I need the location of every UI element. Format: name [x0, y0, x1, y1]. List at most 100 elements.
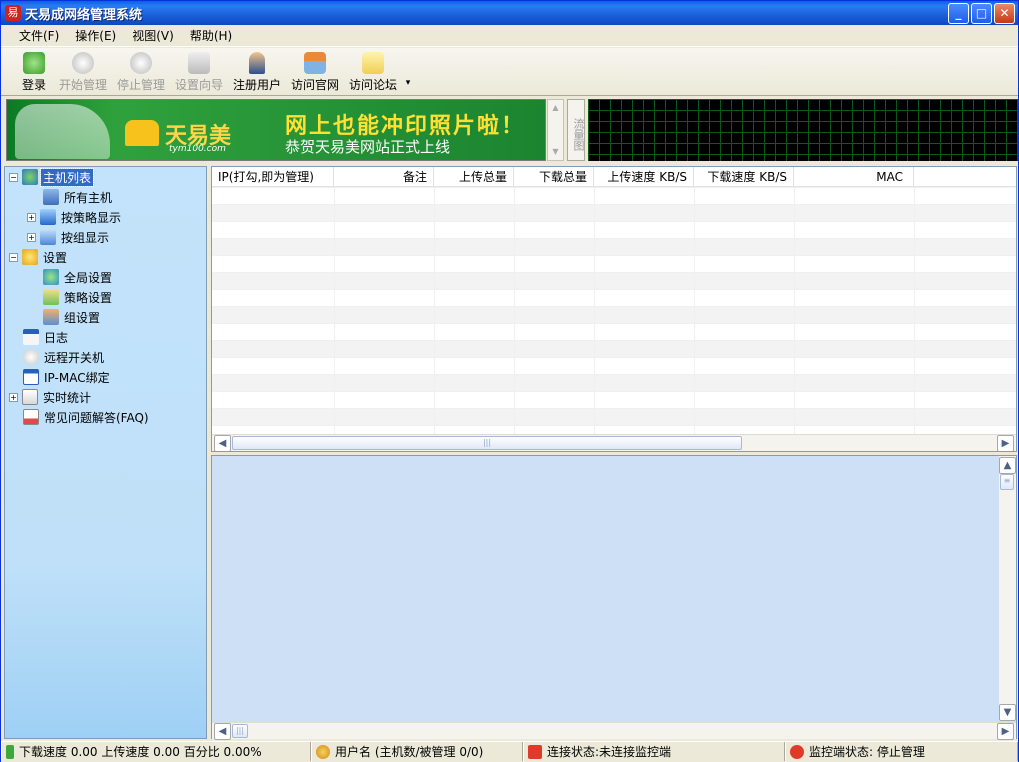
tree-label: 设置 — [43, 250, 68, 265]
group-icon — [43, 309, 59, 325]
tree-item-settings[interactable]: − 设置 — [9, 248, 69, 266]
table-row[interactable] — [212, 306, 1016, 323]
detail-hscrollbar[interactable]: ◀ ||| ▶ — [212, 722, 1016, 740]
table-row[interactable] — [212, 272, 1016, 289]
maximize-button[interactable]: □ — [971, 3, 992, 24]
tree-label: 日志 — [44, 330, 69, 345]
scroll-right-icon[interactable]: ▶ — [997, 723, 1014, 740]
table-row[interactable] — [212, 374, 1016, 391]
policy-icon — [43, 289, 59, 305]
detail-vscrollbar[interactable]: ▲ ≡ ▼ — [999, 456, 1016, 721]
status-monitor-text: 监控端状态: 停止管理 — [809, 745, 925, 759]
expand-icon[interactable]: + — [27, 232, 36, 242]
close-button[interactable]: ✕ — [994, 3, 1015, 24]
table-row[interactable] — [212, 408, 1016, 425]
tree-item-policy-settings[interactable]: 策略设置 — [43, 288, 114, 306]
tree-item-by-policy[interactable]: + 按策略显示 — [27, 208, 123, 226]
globe-icon — [43, 269, 59, 285]
column-header-download-speed[interactable]: 下载速度 KB/S — [694, 167, 794, 187]
table-header: IP(打勾,即为管理) 备注 上传总量 下载总量 上传速度 KB/S 下载速度 … — [212, 167, 1016, 187]
tree-item-realtime-stats[interactable]: + 实时统计 — [9, 388, 93, 406]
navigation-tree: − 主机列表 所有主机 + 按策略显示 + 按组显示 − 设置 全局设置 策略设… — [4, 166, 207, 739]
column-header-download-total[interactable]: 下载总量 — [514, 167, 594, 187]
table-row[interactable] — [212, 238, 1016, 255]
scroll-thumb[interactable]: ||| — [232, 436, 742, 450]
login-button[interactable]: 登录 — [17, 52, 51, 94]
collapse-icon[interactable]: − — [9, 172, 18, 182]
status-connection: 连接状态:未连接监控端 — [523, 742, 785, 761]
menu-operation[interactable]: 操作(E) — [67, 25, 124, 46]
tree-item-global-settings[interactable]: 全局设置 — [43, 268, 114, 286]
person-figure-icon — [15, 104, 110, 159]
tree-item-all-hosts[interactable]: 所有主机 — [43, 188, 114, 206]
column-header-mac[interactable]: MAC — [794, 167, 914, 187]
monitor-group-icon — [40, 229, 56, 245]
column-header-note[interactable]: 备注 — [334, 167, 434, 187]
minimize-button[interactable]: _ — [948, 3, 969, 24]
error-icon — [790, 744, 804, 759]
scroll-right-icon[interactable]: ▶ — [997, 435, 1014, 451]
setup-wizard-button[interactable]: 设置向导 — [173, 52, 225, 94]
table-row[interactable] — [212, 340, 1016, 357]
register-user-button[interactable]: 注册用户 — [231, 52, 283, 94]
traffic-graph-label: 流量图 — [567, 99, 585, 161]
table-row[interactable] — [212, 204, 1016, 221]
tree-label: 策略设置 — [64, 290, 113, 305]
host-table: IP(打勾,即为管理) 备注 上传总量 下载总量 上传速度 KB/S 下载速度 … — [211, 166, 1017, 452]
menu-help[interactable]: 帮助(H) — [182, 25, 240, 46]
column-header-ip[interactable]: IP(打勾,即为管理) — [212, 167, 334, 187]
scroll-left-icon[interactable]: ◀ — [214, 723, 231, 740]
start-manage-button[interactable]: 开始管理 — [57, 52, 109, 94]
scroll-up-icon[interactable]: ▲ — [999, 457, 1016, 474]
scroll-thumb[interactable]: ≡ — [1000, 474, 1014, 490]
table-row[interactable] — [212, 255, 1016, 272]
table-row[interactable] — [212, 323, 1016, 340]
home-icon — [304, 52, 326, 74]
visit-forum-button[interactable]: 访问论坛 — [347, 52, 399, 94]
tree-label: 主机列表 — [39, 167, 95, 187]
table-hscrollbar[interactable]: ◀ ||| ▶ — [212, 434, 1016, 451]
visit-site-button[interactable]: 访问官网 — [289, 52, 341, 94]
column-header-upload-speed[interactable]: 上传速度 KB/S — [594, 167, 694, 187]
status-user-text: 用户名 (主机数/被管理 0/0) — [335, 745, 484, 759]
tree-item-by-group[interactable]: + 按组显示 — [27, 228, 111, 246]
stop-manage-button[interactable]: 停止管理 — [115, 52, 167, 94]
tree-item-host-list[interactable]: − 主机列表 — [9, 167, 95, 187]
scroll-left-icon[interactable]: ◀ — [214, 435, 231, 451]
scroll-down-icon[interactable]: ▼ — [999, 704, 1016, 721]
menu-view[interactable]: 视图(V) — [124, 25, 182, 46]
doc-help-icon — [23, 409, 39, 425]
expand-icon[interactable]: + — [9, 392, 18, 402]
window-title: 天易成网络管理系统 — [25, 7, 143, 23]
banner-scrollbar[interactable]: ▲ ▼ — [547, 99, 564, 161]
scroll-thumb[interactable]: ||| — [232, 724, 248, 738]
table-row[interactable] — [212, 187, 1016, 204]
status-speed-text: 下载速度 0.00 上传速度 0.00 百分比 0.00% — [19, 745, 262, 759]
menu-file[interactable]: 文件(F) — [11, 25, 67, 46]
globe-computer-icon — [22, 169, 38, 185]
tree-item-ipmac-binding[interactable]: IP-MAC绑定 — [23, 368, 112, 386]
tree-item-group-settings[interactable]: 组设置 — [43, 308, 102, 326]
download-arrow-icon — [6, 744, 14, 759]
table-row[interactable] — [212, 357, 1016, 374]
expand-icon[interactable]: + — [27, 212, 36, 222]
ad-banner[interactable]: 天易美 tym100.com 网上也能冲印照片啦！ 恭贺天易美网站正式上线 — [6, 99, 546, 161]
menu-bar: 文件(F) 操作(E) 视图(V) 帮助(H) — [1, 25, 1018, 47]
banner-subtitle: 恭贺天易美网站正式上线 — [285, 138, 451, 156]
table-row[interactable] — [212, 221, 1016, 238]
column-header-upload-total[interactable]: 上传总量 — [434, 167, 514, 187]
wizard-icon — [188, 52, 210, 74]
detail-panel: ▲ ≡ ▼ ◀ ||| ▶ — [211, 455, 1017, 740]
tree-item-log[interactable]: 日志 — [23, 328, 70, 346]
collapse-icon[interactable]: − — [9, 252, 18, 262]
computer-icon — [43, 189, 59, 205]
login-label: 登录 — [21, 78, 46, 92]
scroll-down-icon[interactable]: ▼ — [549, 145, 562, 159]
table-row[interactable] — [212, 289, 1016, 306]
scroll-up-icon[interactable]: ▲ — [549, 101, 562, 115]
table-row[interactable] — [212, 391, 1016, 408]
ad-area: 天易美 tym100.com 网上也能冲印照片啦！ 恭贺天易美网站正式上线 ▲ … — [1, 97, 1018, 163]
tree-item-remote-power[interactable]: 远程开关机 — [23, 348, 106, 366]
app-icon[interactable]: 易 — [5, 5, 21, 21]
tree-item-faq[interactable]: 常见问题解答(FAQ) — [23, 408, 151, 426]
